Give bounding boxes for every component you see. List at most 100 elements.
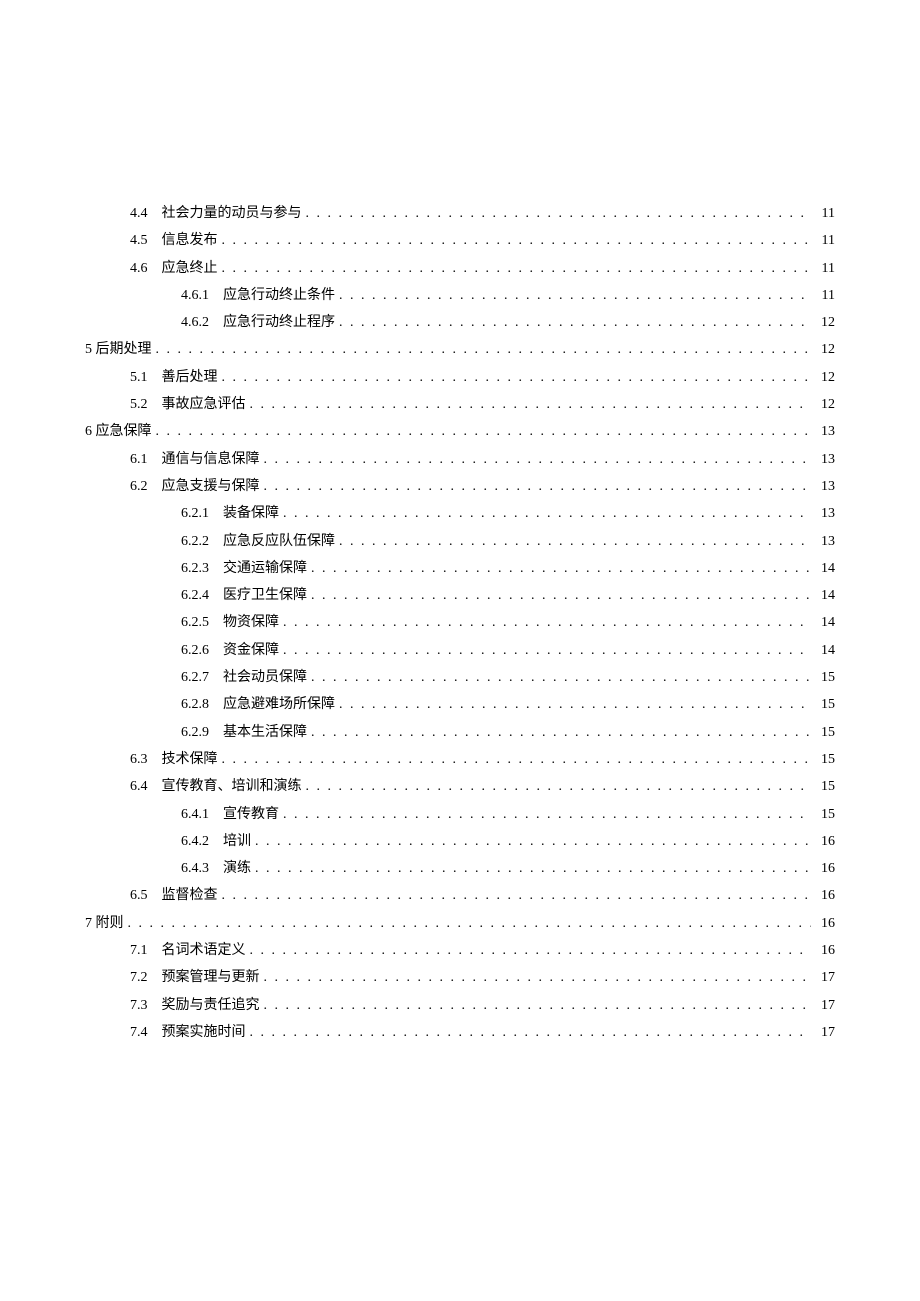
- toc-leader-dots: [222, 364, 812, 391]
- toc-leader-dots: [283, 801, 811, 828]
- toc-entry-title: 通信与信息保障: [162, 446, 260, 473]
- toc-entry-page: 13: [815, 446, 835, 473]
- toc-entry: 7.2预案管理与更新17: [85, 964, 835, 991]
- toc-entry-number: 7.4: [130, 1019, 148, 1046]
- toc-entry-number: 6.2.8: [181, 691, 209, 718]
- toc-entry-page: 13: [815, 473, 835, 500]
- toc-entry: 6.2.4医疗卫生保障14: [85, 582, 835, 609]
- toc-leader-dots: [306, 773, 812, 800]
- toc-entry-page: 12: [815, 309, 835, 336]
- toc-leader-dots: [255, 828, 811, 855]
- toc-entry: 5.2事故应急评估12: [85, 391, 835, 418]
- toc-entry: 4.6.2应急行动终止程序12: [85, 309, 835, 336]
- toc-leader-dots: [264, 964, 812, 991]
- toc-entry-title: 6 应急保障: [85, 418, 152, 445]
- toc-leader-dots: [156, 418, 812, 445]
- toc-entry-page: 13: [815, 418, 835, 445]
- toc-entry-page: 11: [815, 200, 835, 227]
- toc-entry: 7.4预案实施时间17: [85, 1019, 835, 1046]
- toc-entry-title: 奖励与责任追究: [162, 992, 260, 1019]
- toc-entry-page: 12: [815, 336, 835, 363]
- toc-entry-number: 6.2.3: [181, 555, 209, 582]
- toc-entry-number: 6.4.2: [181, 828, 209, 855]
- toc-entry-page: 16: [815, 855, 835, 882]
- toc-entry: 4.6应急终止11: [85, 255, 835, 282]
- toc-leader-dots: [264, 992, 812, 1019]
- toc-entry-page: 14: [815, 637, 835, 664]
- toc-entry-page: 16: [815, 882, 835, 909]
- toc-entry-page: 15: [815, 664, 835, 691]
- toc-entry: 6.2应急支援与保障13: [85, 473, 835, 500]
- toc-entry: 6.2.2应急反应队伍保障13: [85, 528, 835, 555]
- toc-entry-title: 装备保障: [223, 500, 279, 527]
- toc-entry-title: 监督检查: [162, 882, 218, 909]
- toc-entry-number: 4.5: [130, 227, 148, 254]
- toc-entry-page: 15: [815, 801, 835, 828]
- toc-entry-title: 7 附则: [85, 910, 124, 937]
- toc-entry: 6.4.3演练16: [85, 855, 835, 882]
- toc-entry-title: 预案管理与更新: [162, 964, 260, 991]
- toc-entry-title: 应急支援与保障: [162, 473, 260, 500]
- toc-leader-dots: [250, 1019, 812, 1046]
- toc-leader-dots: [339, 528, 811, 555]
- toc-entry-page: 14: [815, 582, 835, 609]
- toc-leader-dots: [311, 582, 811, 609]
- toc-entry-title: 事故应急评估: [162, 391, 246, 418]
- toc-leader-dots: [156, 336, 812, 363]
- toc-entry-number: 4.6.1: [181, 282, 209, 309]
- toc-entry-number: 6.1: [130, 446, 148, 473]
- toc-entry: 4.4社会力量的动员与参与11: [85, 200, 835, 227]
- toc-entry-page: 15: [815, 719, 835, 746]
- toc-entry-page: 15: [815, 691, 835, 718]
- toc-entry-page: 11: [815, 255, 835, 282]
- toc-entry-number: 6.4: [130, 773, 148, 800]
- toc-entry-number: 7.1: [130, 937, 148, 964]
- toc-entry-page: 16: [815, 910, 835, 937]
- toc-entry: 4.6.1 应急行动终止条件 11: [85, 282, 835, 309]
- toc-leader-dots: [250, 391, 812, 418]
- toc-entry-title: 应急行动终止程序: [223, 309, 335, 336]
- toc-entry-title: 信息发布: [162, 227, 218, 254]
- toc-entry-title: 应急行动终止条件: [223, 282, 335, 309]
- toc-entry-title: 宣传教育、培训和演练: [162, 773, 302, 800]
- toc-entry-title: 应急避难场所保障: [223, 691, 335, 718]
- toc-leader-dots: [128, 910, 812, 937]
- toc-entry-number: 6.2.1: [181, 500, 209, 527]
- toc-entry: 5.1善后处理12: [85, 364, 835, 391]
- toc-entry-title: 基本生活保障: [223, 719, 307, 746]
- toc-entry-title: 资金保障: [223, 637, 279, 664]
- toc-entry-title: 5 后期处理: [85, 336, 152, 363]
- toc-entry-number: 6.2.7: [181, 664, 209, 691]
- toc-entry-title: 交通运输保障: [223, 555, 307, 582]
- toc-leader-dots: [306, 200, 812, 227]
- toc-entry-page: 16: [815, 937, 835, 964]
- toc-entry: 6.1 通信与信息保障 13: [85, 446, 835, 473]
- toc-entry-number: 7.2: [130, 964, 148, 991]
- toc-entry: 6.2.1装备保障13: [85, 500, 835, 527]
- toc-leader-dots: [339, 282, 811, 309]
- toc-entry-title: 善后处理: [162, 364, 218, 391]
- toc-entry: 7 附则 16: [85, 910, 835, 937]
- toc-entry: 7.3奖励与责任追究17: [85, 992, 835, 1019]
- toc-entry-title: 预案实施时间: [162, 1019, 246, 1046]
- toc-entry-page: 15: [815, 773, 835, 800]
- toc-entry-page: 11: [815, 282, 835, 309]
- toc-entry-number: 6.4.3: [181, 855, 209, 882]
- toc-entry: 6.4 宣传教育、培训和演练 15: [85, 773, 835, 800]
- toc-leader-dots: [222, 227, 812, 254]
- toc-entry: 6.2.7社会动员保障15: [85, 664, 835, 691]
- toc-entry: 6.2.8 应急避难场所保障 15: [85, 691, 835, 718]
- toc-entry-title: 培训: [223, 828, 251, 855]
- toc-leader-dots: [283, 500, 811, 527]
- toc-entry-number: 6.5: [130, 882, 148, 909]
- toc-entry-number: 4.4: [130, 200, 148, 227]
- toc-entry: 6.4.2培训16: [85, 828, 835, 855]
- toc-entry-title: 应急反应队伍保障: [223, 528, 335, 555]
- toc-entry-title: 物资保障: [223, 609, 279, 636]
- toc-leader-dots: [311, 664, 811, 691]
- toc-entry-page: 12: [815, 364, 835, 391]
- toc-entry-title: 应急终止: [162, 255, 218, 282]
- table-of-contents: 4.4社会力量的动员与参与114.5信息发布114.6应急终止114.6.1应急…: [85, 200, 835, 1046]
- toc-leader-dots: [264, 446, 812, 473]
- toc-leader-dots: [283, 609, 811, 636]
